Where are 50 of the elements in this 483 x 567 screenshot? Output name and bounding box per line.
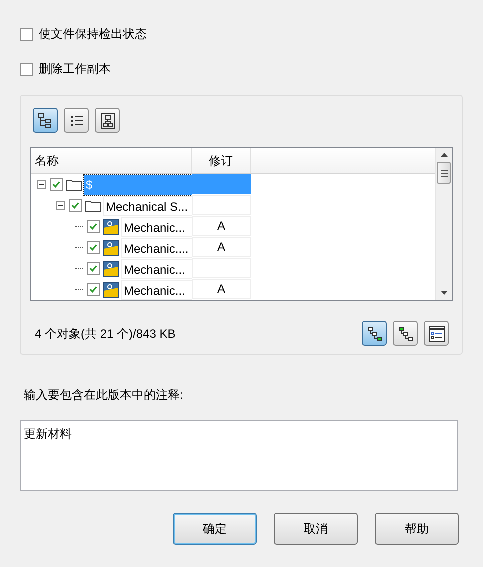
checkbox[interactable] [87,220,100,233]
collapse-toggle[interactable] [37,180,46,189]
option-label: 使文件保持检出状态 [39,26,147,43]
tree-item[interactable]: Mechanic... [121,258,192,278]
hierarchy-icon [100,112,116,130]
option-label: 删除工作副本 [39,61,111,78]
checkbox[interactable] [87,283,100,296]
toolbar-button[interactable] [362,321,387,346]
document-icon [103,240,119,256]
toolbar-button[interactable] [95,108,120,133]
revision-cell [192,195,251,215]
column-header[interactable]: 名称 [31,148,192,173]
checkbox[interactable] [87,262,100,275]
dialog-button[interactable]: 确定 [173,513,257,545]
document-icon [103,218,119,234]
checkbox[interactable] [20,62,33,76]
toolbar-button[interactable] [393,321,418,346]
scrollbar[interactable] [435,148,452,300]
comment-field[interactable]: 更新材料 [20,420,458,491]
document-icon [103,282,119,298]
toolbar-button[interactable] [424,321,449,346]
revision-cell [192,174,251,194]
dialog-button[interactable]: 取消 [274,513,358,545]
folder-icon [66,178,82,192]
tree-nodes-icon [366,326,382,342]
dialog-button[interactable]: 帮助 [375,513,459,545]
checkbox[interactable] [50,178,63,191]
revision-cell: A [192,216,251,236]
checkbox[interactable] [87,241,100,254]
revision-cell: A [192,279,251,299]
document-icon [103,260,119,276]
tree-item[interactable]: Mechanic... [121,216,192,236]
collapse-toggle[interactable] [56,201,65,210]
minus-icon [57,202,64,209]
tree-item[interactable]: Mechanical S... [103,196,192,216]
minus-icon [38,181,45,188]
toolbar-button[interactable] [33,108,58,133]
tree-item[interactable]: Mechanic.... [121,238,192,258]
checkbox[interactable] [20,28,33,40]
details-window-icon [428,324,446,342]
folder-icon [85,198,101,212]
tree-nodes-icon [398,326,414,342]
scrollbar-thumb[interactable] [437,162,451,184]
comment-label: 输入要包含在此版本中的注释: [24,387,184,404]
toolbar-button[interactable] [64,108,89,133]
revision-cell: A [192,237,251,257]
checkbox[interactable] [69,199,82,212]
column-header[interactable]: 修订 [192,148,251,173]
status-text: 4 个对象(共 21 个)/843 KB [35,326,177,342]
tree-item[interactable]: Mechanic... [121,280,192,300]
